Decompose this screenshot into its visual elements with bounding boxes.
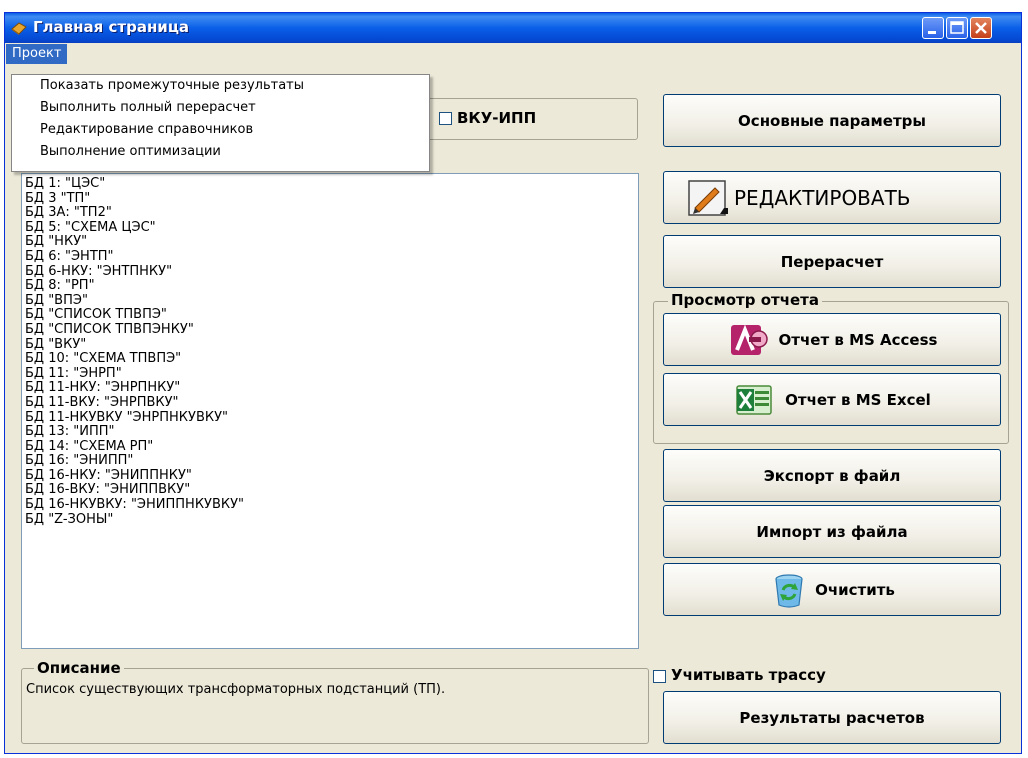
edit-button[interactable]: РЕДАКТИРОВАТЬ — [663, 171, 1001, 224]
edit-label: РЕДАКТИРОВАТЬ — [734, 185, 911, 210]
clear-button[interactable]: Очистить — [663, 563, 1001, 616]
access-report-label: Отчет в MS Access — [778, 330, 938, 349]
maximize-icon — [950, 21, 964, 34]
track-checkbox[interactable] — [653, 670, 666, 683]
close-button[interactable] — [970, 17, 992, 39]
list-item[interactable]: БД 14: "СХЕМА РП" — [25, 439, 638, 455]
list-item[interactable]: БД 11-НКУ: "ЭНРПНКУ" — [25, 381, 638, 396]
description-legend: Описание — [34, 659, 124, 677]
track-label: Учитывать трассу — [671, 666, 826, 684]
list-item[interactable]: БД 6-НКУ: "ЭНТПНКУ" — [25, 264, 638, 280]
list-item[interactable]: БД 13: "ИПП" — [25, 424, 638, 440]
window-title: Главная страница — [33, 18, 190, 36]
list-item[interactable]: БД 16-ВКУ: "ЭНИППВКУ" — [25, 483, 638, 498]
list-item[interactable]: БД 11-ВКУ: "ЭНРПВКУ" — [25, 395, 638, 411]
results-label: Результаты расчетов — [739, 708, 925, 727]
list-item[interactable]: БД 16-НКУВКУ: "ЭНИППНКУВКУ" — [25, 497, 638, 513]
close-icon — [975, 22, 987, 34]
menu-project[interactable]: Проект — [6, 44, 68, 64]
title-bar[interactable]: Главная страница — [5, 13, 1021, 43]
main-params-label: Основные параметры — [738, 111, 926, 130]
import-button[interactable]: Импорт из файла — [663, 505, 1001, 558]
excel-report-label: Отчет в MS Excel — [785, 390, 931, 409]
ms-excel-icon — [736, 384, 772, 415]
list-item[interactable]: БД 3 "ТП" — [25, 191, 638, 207]
vku-ipp-label: ВКУ-ИПП — [457, 109, 537, 127]
menu-item-edit-references[interactable]: Редактирование справочников — [12, 119, 429, 141]
list-item[interactable]: БД "СПИСОК ТПВПЭ" — [25, 308, 638, 323]
description-group: Описание Список существующих трансформат… — [21, 659, 649, 744]
list-item[interactable]: БД 1: "ЦЭС" — [25, 176, 638, 192]
list-item[interactable]: БД 3А: "ТП2" — [25, 206, 638, 221]
import-label: Импорт из файла — [756, 522, 908, 541]
list-item[interactable]: БД "Z-ЗОНЫ" — [25, 512, 638, 528]
list-item[interactable]: БД 11: "ЭНРП" — [25, 366, 638, 382]
db-listbox[interactable]: БД 1: "ЦЭС" БД 3 "ТП" БД 3А: "ТП2" БД 5:… — [21, 173, 639, 649]
menu-item-optimization[interactable]: Выполнение оптимизации — [12, 141, 429, 163]
recycle-bin-icon — [775, 573, 803, 608]
list-item[interactable]: БД "ВКУ" — [25, 337, 638, 353]
minimize-button[interactable] — [922, 17, 944, 39]
recalc-label: Перерасчет — [780, 252, 884, 271]
menu-bar: Проект — [5, 43, 1021, 65]
results-button[interactable]: Результаты расчетов — [663, 691, 1001, 744]
maximize-button[interactable] — [946, 17, 968, 39]
minimize-icon — [928, 31, 936, 34]
export-label: Экспорт в файл — [763, 466, 901, 485]
list-item[interactable]: БД 16-НКУ: "ЭНИППНКУ" — [25, 468, 638, 484]
list-item[interactable]: БД 10: "СХЕМА ТПВПЭ" — [25, 352, 638, 367]
ms-access-icon — [730, 324, 768, 355]
list-item[interactable]: БД 11-НКУВКУ "ЭНРПНКУВКУ" — [25, 410, 638, 426]
list-item[interactable]: БД 6: "ЭНТП" — [25, 249, 638, 265]
excel-report-button[interactable]: Отчет в MS Excel — [663, 373, 1001, 426]
list-item[interactable]: БД 5: "СХЕМА ЦЭС" — [25, 220, 638, 236]
list-item[interactable]: БД "НКУ" — [25, 235, 638, 250]
report-legend: Просмотр отчета — [668, 291, 822, 309]
recalc-button[interactable]: Перерасчет — [663, 235, 1001, 288]
project-dropdown-menu: Показать промежуточные результаты Выполн… — [11, 74, 430, 172]
menu-item-full-recalc[interactable]: Выполнить полный перерасчет — [12, 97, 429, 119]
list-item[interactable]: БД 8: "РП" — [25, 279, 638, 294]
description-text: Список существующих трансформаторных под… — [26, 682, 446, 697]
main-params-button[interactable]: Основные параметры — [663, 94, 1001, 147]
clear-label: Очистить — [815, 580, 895, 599]
vku-ipp-checkbox[interactable] — [439, 112, 452, 125]
app-icon — [11, 22, 27, 35]
access-report-button[interactable]: Отчет в MS Access — [663, 313, 1001, 366]
menu-item-show-intermediate[interactable]: Показать промежуточные результаты — [12, 75, 429, 97]
list-item[interactable]: БД "СПИСОК ТПВПЭНКУ" — [25, 322, 638, 338]
list-item[interactable]: БД 16: "ЭНИПП" — [25, 454, 638, 469]
export-button[interactable]: Экспорт в файл — [663, 449, 1001, 502]
list-item[interactable]: БД "ВПЭ" — [25, 293, 638, 309]
pencil-icon — [688, 179, 728, 216]
